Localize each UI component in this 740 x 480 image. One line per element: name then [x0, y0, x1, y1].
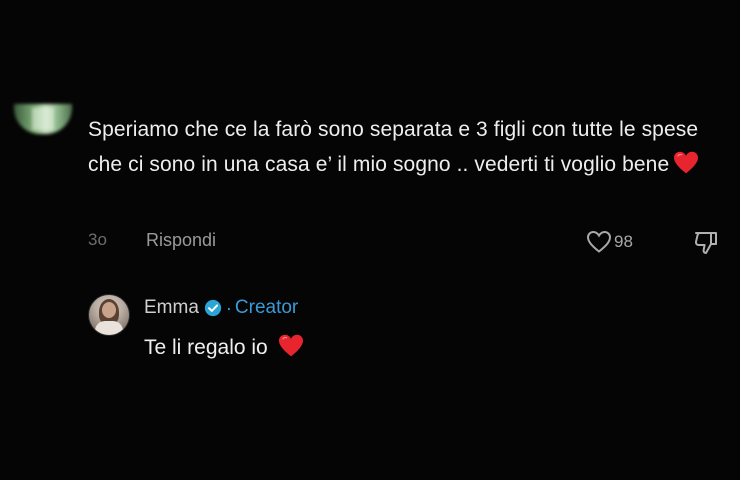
creator-avatar[interactable]: [88, 294, 130, 336]
commenter-avatar[interactable]: [14, 104, 72, 134]
comment-thread: Speriamo che ce la farò sono separata e …: [0, 0, 740, 480]
creator-reply: Emma · Creator Te li regalo io: [88, 290, 688, 370]
red-heart-icon: [674, 151, 699, 174]
reply-text: Te li regalo io: [144, 336, 268, 359]
heart-outline-icon: [586, 230, 612, 253]
comment-body: Speriamo che ce la farò sono separata e …: [88, 112, 718, 182]
comment-text: Speriamo che ce la farò sono separata e …: [88, 118, 699, 176]
comment-meta-row: 3o Rispondi 98: [88, 228, 728, 256]
creator-badge-label: Creator: [234, 297, 299, 318]
like-button[interactable]: 98: [586, 228, 633, 256]
reply-body: Te li regalo io: [144, 334, 304, 360]
reply-button[interactable]: Rispondi: [146, 230, 216, 251]
creator-name[interactable]: Emma: [144, 297, 199, 319]
red-heart-icon: [278, 334, 303, 357]
creator-name-row: Emma · Creator: [144, 296, 298, 320]
like-count: 98: [614, 232, 633, 251]
thumbs-down-icon[interactable]: [692, 229, 720, 257]
comment-timestamp: 3o: [88, 230, 107, 249]
creator-separator: ·: [225, 297, 232, 318]
verified-badge-icon: [204, 299, 222, 317]
